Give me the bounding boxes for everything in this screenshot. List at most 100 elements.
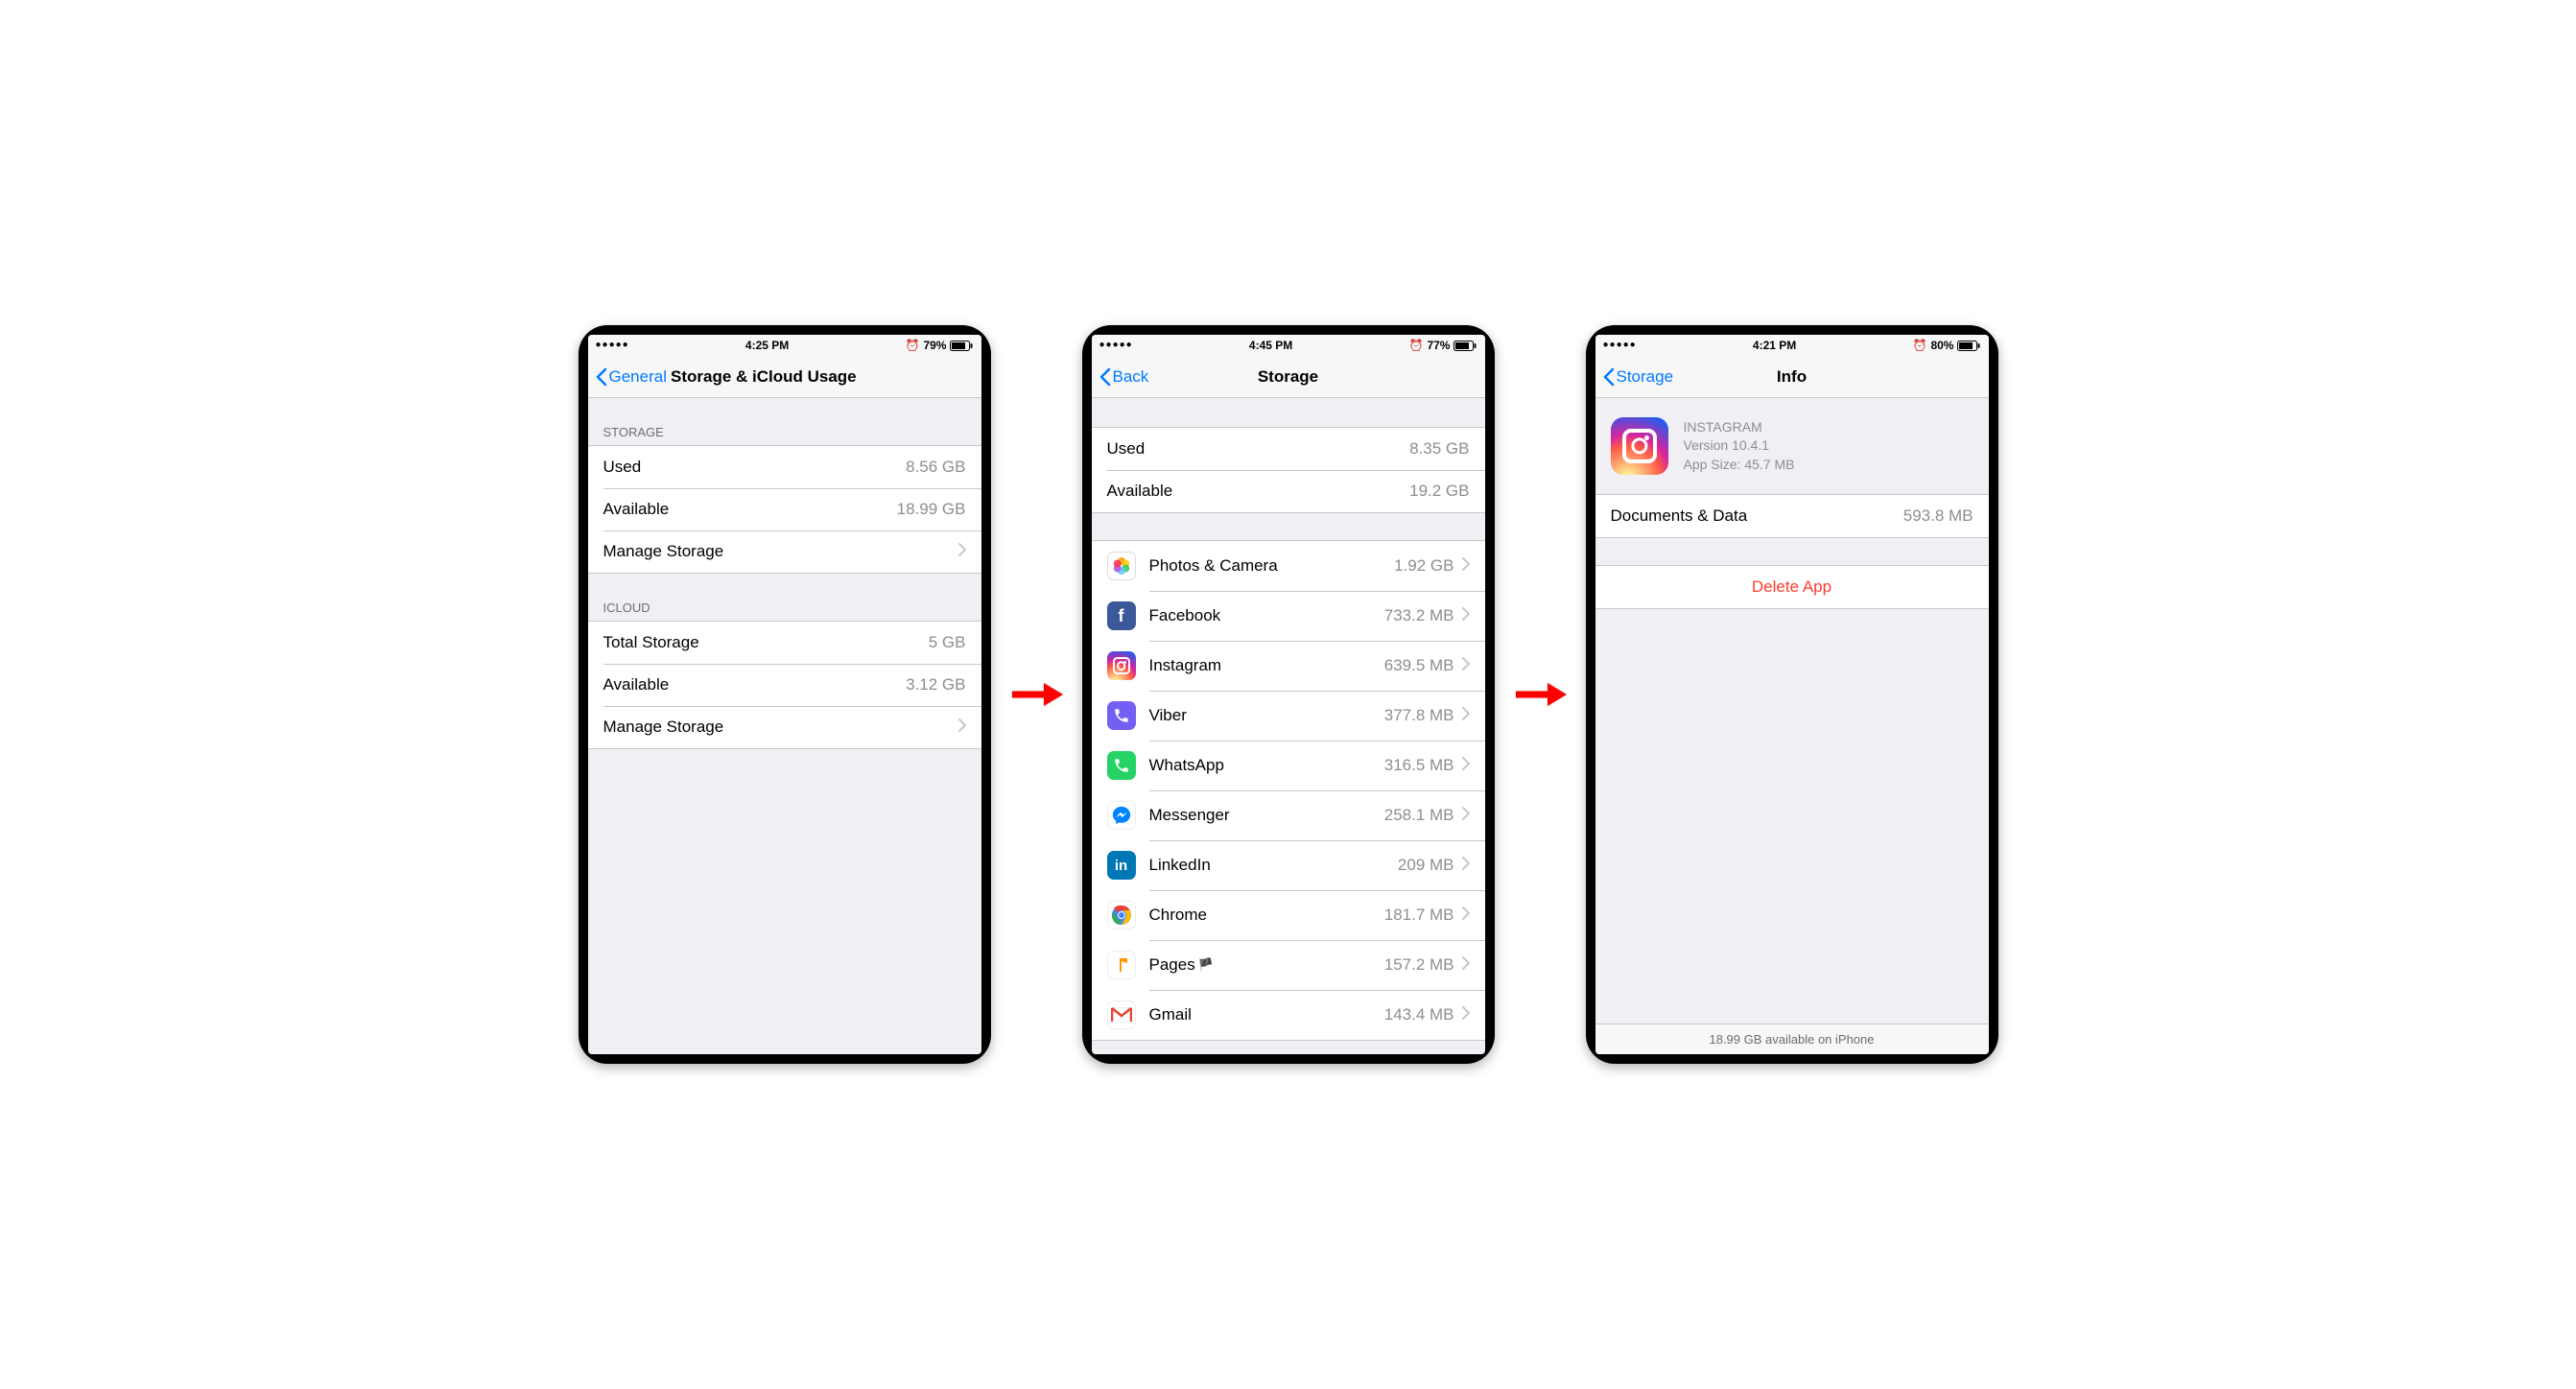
photos-icon bbox=[1107, 552, 1136, 580]
storage-available-row: Available 18.99 GB bbox=[588, 488, 981, 530]
row-value: 593.8 MB bbox=[1903, 506, 1973, 526]
row-value: 3.12 GB bbox=[906, 675, 965, 694]
manage-storage-row[interactable]: Manage Storage bbox=[588, 530, 981, 573]
app-row[interactable]: WhatsApp316.5 MB bbox=[1092, 741, 1485, 790]
row-label: Available bbox=[603, 500, 897, 519]
chevron-left-icon bbox=[1603, 367, 1615, 387]
viber-icon bbox=[1107, 701, 1136, 730]
app-name: INSTAGRAM bbox=[1684, 418, 1795, 437]
chevron-left-icon bbox=[596, 367, 607, 387]
delete-label: Delete App bbox=[1752, 577, 1832, 597]
flow-arrow-icon bbox=[1514, 680, 1567, 709]
app-name: Facebook bbox=[1149, 606, 1221, 624]
app-row[interactable]: Photos & Camera1.92 GB bbox=[1092, 541, 1485, 591]
alarm-icon: ⏰ bbox=[1409, 339, 1424, 352]
signal-dots-icon: ●●●●● bbox=[596, 341, 629, 350]
row-value: 5 GB bbox=[929, 633, 966, 652]
signal-dots-icon: ●●●●● bbox=[1099, 341, 1133, 350]
icloud-total-row: Total Storage 5 GB bbox=[588, 622, 981, 664]
app-row[interactable]: Gmail143.4 MB bbox=[1092, 990, 1485, 1040]
row-label: Available bbox=[603, 675, 907, 694]
status-time: 4:45 PM bbox=[1249, 339, 1292, 352]
app-info-header: INSTAGRAM Version 10.4.1 App Size: 45.7 … bbox=[1595, 398, 1989, 494]
messenger-icon bbox=[1107, 801, 1136, 830]
row-label: Instagram bbox=[1149, 656, 1384, 675]
back-button[interactable]: General bbox=[596, 367, 667, 387]
flag-icon: 🏴 bbox=[1198, 957, 1214, 973]
app-size: 316.5 MB bbox=[1384, 756, 1454, 775]
app-version: Version 10.4.1 bbox=[1684, 436, 1795, 456]
row-value: 18.99 GB bbox=[897, 500, 966, 519]
row-label: Documents & Data bbox=[1611, 506, 1903, 526]
status-bar: ●●●●● 4:25 PM ⏰ 79% bbox=[588, 335, 981, 356]
battery-icon bbox=[1957, 341, 1980, 351]
app-row[interactable]: Instagram 639.5 MB bbox=[1092, 641, 1485, 691]
instagram-icon bbox=[1107, 651, 1136, 680]
summary-available-row: Available 19.2 GB bbox=[1092, 470, 1485, 512]
status-time: 4:21 PM bbox=[1753, 339, 1796, 352]
back-button[interactable]: Storage bbox=[1603, 367, 1674, 387]
app-size: 258.1 MB bbox=[1384, 806, 1454, 825]
chevron-right-icon bbox=[1462, 706, 1470, 725]
signal-dots-icon: ●●●●● bbox=[1603, 341, 1637, 350]
row-label: Used bbox=[1107, 439, 1410, 459]
app-row[interactable]: fFacebook733.2 MB bbox=[1092, 591, 1485, 641]
battery-icon bbox=[1453, 341, 1477, 351]
app-name: Instagram bbox=[1149, 656, 1222, 674]
row-label: Gmail bbox=[1149, 1005, 1384, 1024]
chevron-right-icon bbox=[1462, 906, 1470, 925]
app-size: 209 MB bbox=[1398, 856, 1454, 875]
chrome-icon bbox=[1107, 901, 1136, 930]
chevron-left-icon bbox=[1099, 367, 1111, 387]
app-name: Messenger bbox=[1149, 806, 1230, 824]
row-label: Manage Storage bbox=[603, 542, 951, 561]
app-row[interactable]: Chrome181.7 MB bbox=[1092, 890, 1485, 940]
chevron-right-icon bbox=[1462, 1005, 1470, 1024]
alarm-icon: ⏰ bbox=[1913, 339, 1927, 352]
storage-header: STORAGE bbox=[588, 398, 981, 445]
pages-icon bbox=[1107, 951, 1136, 979]
app-size: 143.4 MB bbox=[1384, 1005, 1454, 1024]
app-size: 157.2 MB bbox=[1384, 955, 1454, 975]
app-size: 639.5 MB bbox=[1384, 656, 1454, 675]
row-label: Available bbox=[1107, 482, 1410, 501]
back-button[interactable]: Back bbox=[1099, 367, 1149, 387]
row-label: Total Storage bbox=[603, 633, 929, 652]
battery-percent: 77% bbox=[1427, 339, 1450, 352]
battery-percent: 80% bbox=[1930, 339, 1953, 352]
chevron-right-icon bbox=[1462, 806, 1470, 825]
chevron-right-icon bbox=[958, 542, 966, 561]
chevron-right-icon bbox=[958, 718, 966, 737]
row-label: Facebook bbox=[1149, 606, 1384, 625]
app-name: Viber bbox=[1149, 706, 1187, 724]
app-row[interactable]: inLinkedIn209 MB bbox=[1092, 840, 1485, 890]
delete-app-button[interactable]: Delete App bbox=[1595, 566, 1989, 608]
app-row[interactable]: Viber 377.8 MB bbox=[1092, 691, 1485, 741]
page-title: Storage & iCloud Usage bbox=[671, 367, 857, 387]
row-label: Messenger bbox=[1149, 806, 1384, 825]
chevron-right-icon bbox=[1462, 656, 1470, 675]
status-time: 4:25 PM bbox=[745, 339, 789, 352]
manage-icloud-row[interactable]: Manage Storage bbox=[588, 706, 981, 748]
flow-arrow-icon bbox=[1010, 680, 1063, 709]
app-size: 377.8 MB bbox=[1384, 706, 1454, 725]
linkedin-icon: in bbox=[1107, 851, 1136, 880]
phone-storage-icloud: ●●●●● 4:25 PM ⏰ 79% General Storage & iC… bbox=[579, 325, 991, 1064]
app-size: 733.2 MB bbox=[1384, 606, 1454, 625]
nav-bar: Back Storage bbox=[1092, 356, 1485, 398]
row-value: 19.2 GB bbox=[1409, 482, 1469, 501]
page-title: Storage bbox=[1092, 367, 1485, 387]
phone-storage-detail: ●●●●● 4:45 PM ⏰ 77% Back Storage Used bbox=[1082, 325, 1495, 1064]
row-label: Used bbox=[603, 458, 907, 477]
row-label: Viber bbox=[1149, 706, 1384, 725]
gmail-icon bbox=[1107, 1001, 1136, 1029]
app-name: Photos & Camera bbox=[1149, 556, 1278, 575]
app-name: Chrome bbox=[1149, 906, 1207, 924]
chevron-right-icon bbox=[1462, 955, 1470, 975]
app-row[interactable]: Pages🏴157.2 MB bbox=[1092, 940, 1485, 990]
row-label: Photos & Camera bbox=[1149, 556, 1395, 576]
storage-used-row: Used 8.56 GB bbox=[588, 446, 981, 488]
app-row[interactable]: Messenger 258.1 MB bbox=[1092, 790, 1485, 840]
nav-bar: General Storage & iCloud Usage bbox=[588, 356, 981, 398]
status-bar: ●●●●● 4:45 PM ⏰ 77% bbox=[1092, 335, 1485, 356]
